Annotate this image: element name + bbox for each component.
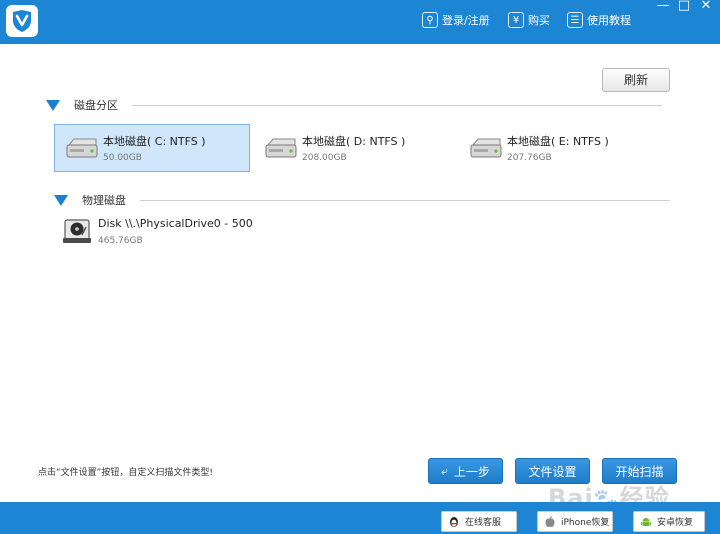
physical-disk-item[interactable]: Disk \\.\PhysicalDrive0 - 500 465.76GB: [62, 217, 253, 257]
physical-disk-name: Disk \\.\PhysicalDrive0 - 500: [98, 217, 253, 230]
physical-section-header: 物理磁盘: [54, 192, 670, 208]
android-recovery-label: 安卓恢复: [657, 515, 693, 528]
partition-item-e[interactable]: 本地磁盘( E: NTFS ) 207.76GB: [459, 124, 655, 172]
back-button[interactable]: ⤶ 上一步: [428, 458, 503, 484]
tutorial-label: 使用教程: [587, 12, 631, 28]
app-logo: [6, 5, 38, 37]
tutorial-link[interactable]: ☰ 使用教程: [567, 10, 631, 30]
file-settings-button[interactable]: 文件设置: [515, 458, 590, 484]
minimize-button[interactable]: —: [654, 0, 672, 14]
apple-icon: [544, 516, 556, 528]
hard-drive-icon: [469, 137, 503, 159]
iphone-recovery-label: iPhone恢复: [561, 515, 609, 528]
partition-name: 本地磁盘( E: NTFS ): [507, 133, 609, 149]
partition-size: 50.00GB: [103, 153, 206, 163]
refresh-button[interactable]: 刷新: [602, 68, 670, 92]
online-service-label: 在线客服: [465, 515, 501, 528]
back-label: 上一步: [454, 463, 490, 480]
partition-section-title: 磁盘分区: [74, 97, 118, 113]
login-register-link[interactable]: ⚲ 登录/注册: [422, 10, 490, 30]
yen-icon: ¥: [508, 12, 524, 28]
iphone-recovery-button[interactable]: iPhone恢复: [537, 511, 613, 532]
login-register-label: 登录/注册: [442, 12, 490, 28]
buy-link[interactable]: ¥ 购买: [508, 10, 550, 30]
collapse-triangle-icon[interactable]: [46, 100, 60, 111]
partition-section-header: 磁盘分区: [46, 97, 662, 113]
hint-text: 点击“文件设置”按钮，自定义扫描文件类型!: [38, 465, 213, 478]
shield-v-icon: [10, 9, 34, 33]
back-arrow-icon: ⤶: [441, 464, 448, 479]
start-scan-button[interactable]: 开始扫描: [602, 458, 677, 484]
section-divider: [140, 200, 670, 201]
partition-size: 207.76GB: [507, 153, 609, 163]
android-icon: [640, 516, 652, 528]
hard-drive-icon: [264, 137, 298, 159]
physical-section-title: 物理磁盘: [82, 192, 126, 208]
online-service-button[interactable]: 在线客服: [441, 511, 517, 532]
maximize-button[interactable]: □: [675, 0, 693, 14]
partition-item-c[interactable]: 本地磁盘( C: NTFS ) 50.00GB: [54, 124, 250, 172]
buy-label: 购买: [528, 12, 550, 28]
partition-size: 208.00GB: [302, 153, 405, 163]
partition-name: 本地磁盘( C: NTFS ): [103, 133, 206, 149]
android-recovery-button[interactable]: 安卓恢复: [633, 511, 705, 532]
physical-disk-icon: [62, 217, 92, 245]
partition-item-d[interactable]: 本地磁盘( D: NTFS ) 208.00GB: [254, 124, 450, 172]
hard-drive-icon: [65, 137, 99, 159]
close-button[interactable]: ✕: [697, 0, 715, 14]
collapse-triangle-icon[interactable]: [54, 195, 68, 206]
document-icon: ☰: [567, 12, 583, 28]
section-divider: [132, 105, 662, 106]
partition-name: 本地磁盘( D: NTFS ): [302, 133, 405, 149]
physical-disk-size: 465.76GB: [98, 236, 253, 246]
qq-penguin-icon: [448, 516, 460, 528]
search-user-icon: ⚲: [422, 12, 438, 28]
